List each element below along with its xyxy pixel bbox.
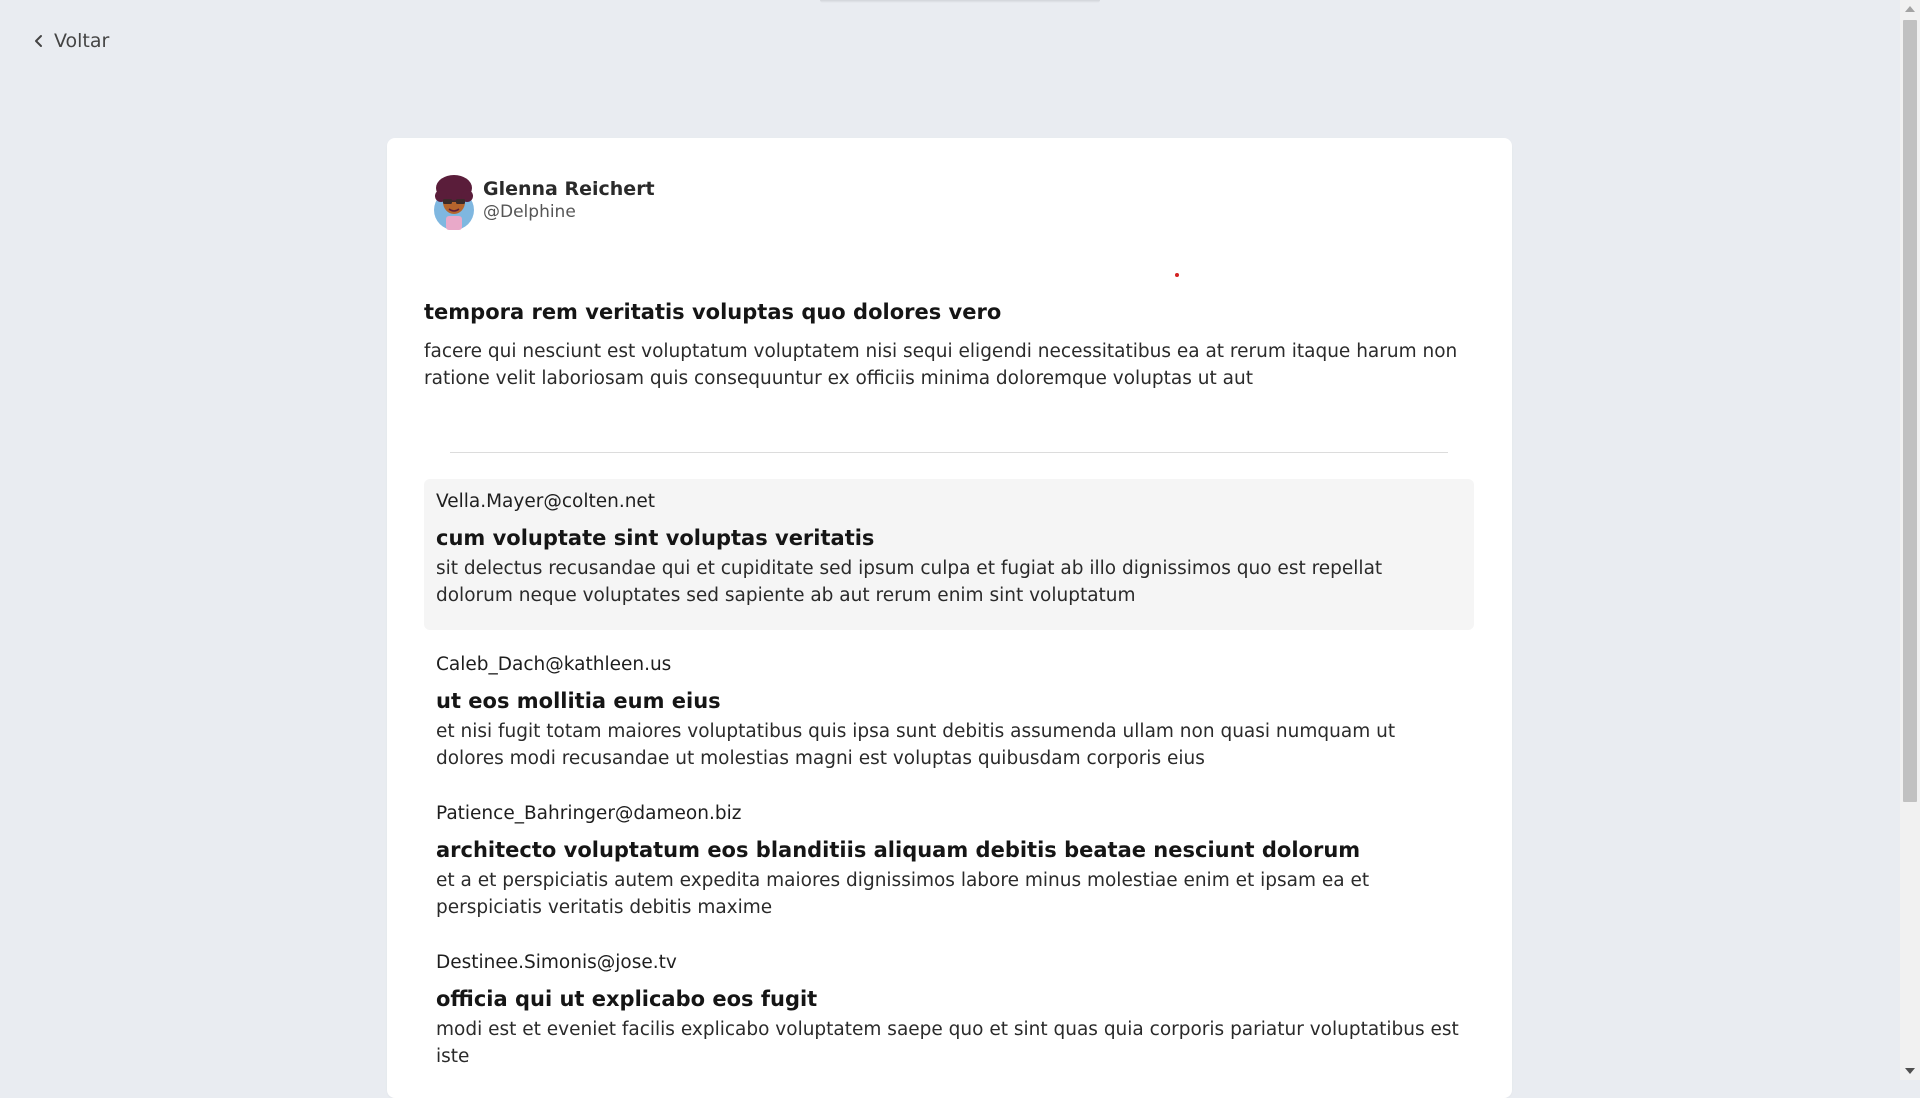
- post-title: tempora rem veritatis voluptas quo dolor…: [424, 300, 1002, 324]
- comment-email: Destinee.Simonis@jose.tv: [436, 952, 677, 973]
- comment-title: ut eos mollitia eum eius: [436, 689, 721, 713]
- comment-item[interactable]: Vella.Mayer@colten.net cum voluptate sin…: [424, 479, 1474, 630]
- comment-body: sit delectus recusandae qui et cupiditat…: [436, 558, 1383, 606]
- author-name: Glenna Reichert: [483, 178, 655, 200]
- comment-email: Caleb_Dach@kathleen.us: [436, 654, 672, 675]
- scroll-thumb[interactable]: [1903, 20, 1917, 802]
- comment-title: officia qui ut explicabo eos fugit: [436, 987, 818, 1011]
- post-card: Glenna Reichert @Delphine tempora rem ve…: [387, 138, 1512, 1098]
- comment-item[interactable]: Patience_Bahringer@dameon.biz architecto…: [424, 791, 1474, 928]
- author-handle: @Delphine: [483, 202, 576, 222]
- post-body: facere qui nesciunt est voluptatum volup…: [424, 341, 1458, 389]
- comment-title: architecto voluptatum eos blanditiis ali…: [436, 838, 1361, 862]
- scroll-down-arrow-icon[interactable]: [1905, 1068, 1915, 1074]
- comment-email: Patience_Bahringer@dameon.biz: [436, 803, 742, 824]
- comment-body: et nisi fugit totam maiores voluptatibus…: [436, 721, 1396, 769]
- back-label: Voltar: [54, 30, 110, 52]
- avatar[interactable]: [433, 172, 475, 232]
- comment-item[interactable]: Caleb_Dach@kathleen.us ut eos mollitia e…: [424, 642, 1474, 779]
- divider: [450, 452, 1448, 453]
- comment-email: Vella.Mayer@colten.net: [436, 491, 656, 512]
- cursor-dot: [1175, 273, 1179, 277]
- comment-list: Vella.Mayer@colten.net cum voluptate sin…: [424, 479, 1474, 1089]
- comment-title: cum voluptate sint voluptas veritatis: [436, 526, 875, 550]
- post-author: Glenna Reichert @Delphine: [433, 172, 655, 232]
- comment-body: modi est et eveniet facilis explicabo vo…: [436, 1019, 1459, 1067]
- vertical-scrollbar[interactable]: [1900, 0, 1920, 1080]
- chevron-left-icon: [35, 35, 42, 47]
- scroll-up-arrow-icon[interactable]: [1905, 6, 1915, 12]
- top-edge-shadow: [820, 0, 1100, 3]
- back-link[interactable]: Voltar: [32, 30, 109, 52]
- comment-item[interactable]: Destinee.Simonis@jose.tv officia qui ut …: [424, 940, 1474, 1077]
- comment-body: et a et perspiciatis autem expedita maio…: [436, 870, 1370, 918]
